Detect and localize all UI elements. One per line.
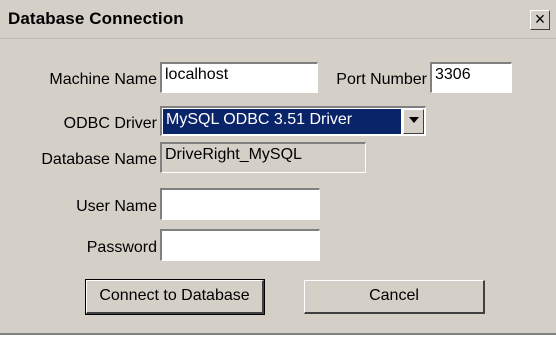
title-bar: Database Connection ×: [0, 0, 556, 39]
database-name-field: DriveRight_MySQL: [160, 142, 366, 173]
dropdown-button[interactable]: [403, 109, 424, 134]
database-name-label: Database Name: [41, 151, 157, 168]
odbc-driver-label: ODBC Driver: [63, 115, 157, 132]
password-label: Password: [86, 239, 157, 256]
close-icon: ×: [534, 9, 546, 29]
dialog-title: Database Connection: [8, 9, 184, 28]
port-number-label: Port Number: [336, 71, 427, 88]
password-input[interactable]: [160, 229, 320, 261]
machine-name-label: Machine Name: [49, 71, 157, 88]
user-name-input[interactable]: [160, 188, 320, 220]
user-name-label: User Name: [76, 198, 157, 215]
close-button[interactable]: ×: [530, 10, 550, 30]
connect-button[interactable]: Connect to Database: [85, 279, 265, 315]
machine-name-input[interactable]: localhost: [160, 62, 318, 93]
cancel-button-label: Cancel: [369, 287, 419, 304]
port-number-input[interactable]: 3306: [430, 62, 512, 93]
odbc-driver-select[interactable]: MySQL ODBC 3.51 Driver: [160, 106, 426, 136]
connect-button-label: Connect to Database: [99, 287, 250, 304]
odbc-driver-selected-value: MySQL ODBC 3.51 Driver: [163, 109, 401, 134]
database-connection-dialog: Database Connection × Machine Name local…: [0, 0, 556, 335]
cancel-button[interactable]: Cancel: [304, 280, 485, 314]
chevron-down-icon: [409, 117, 419, 123]
